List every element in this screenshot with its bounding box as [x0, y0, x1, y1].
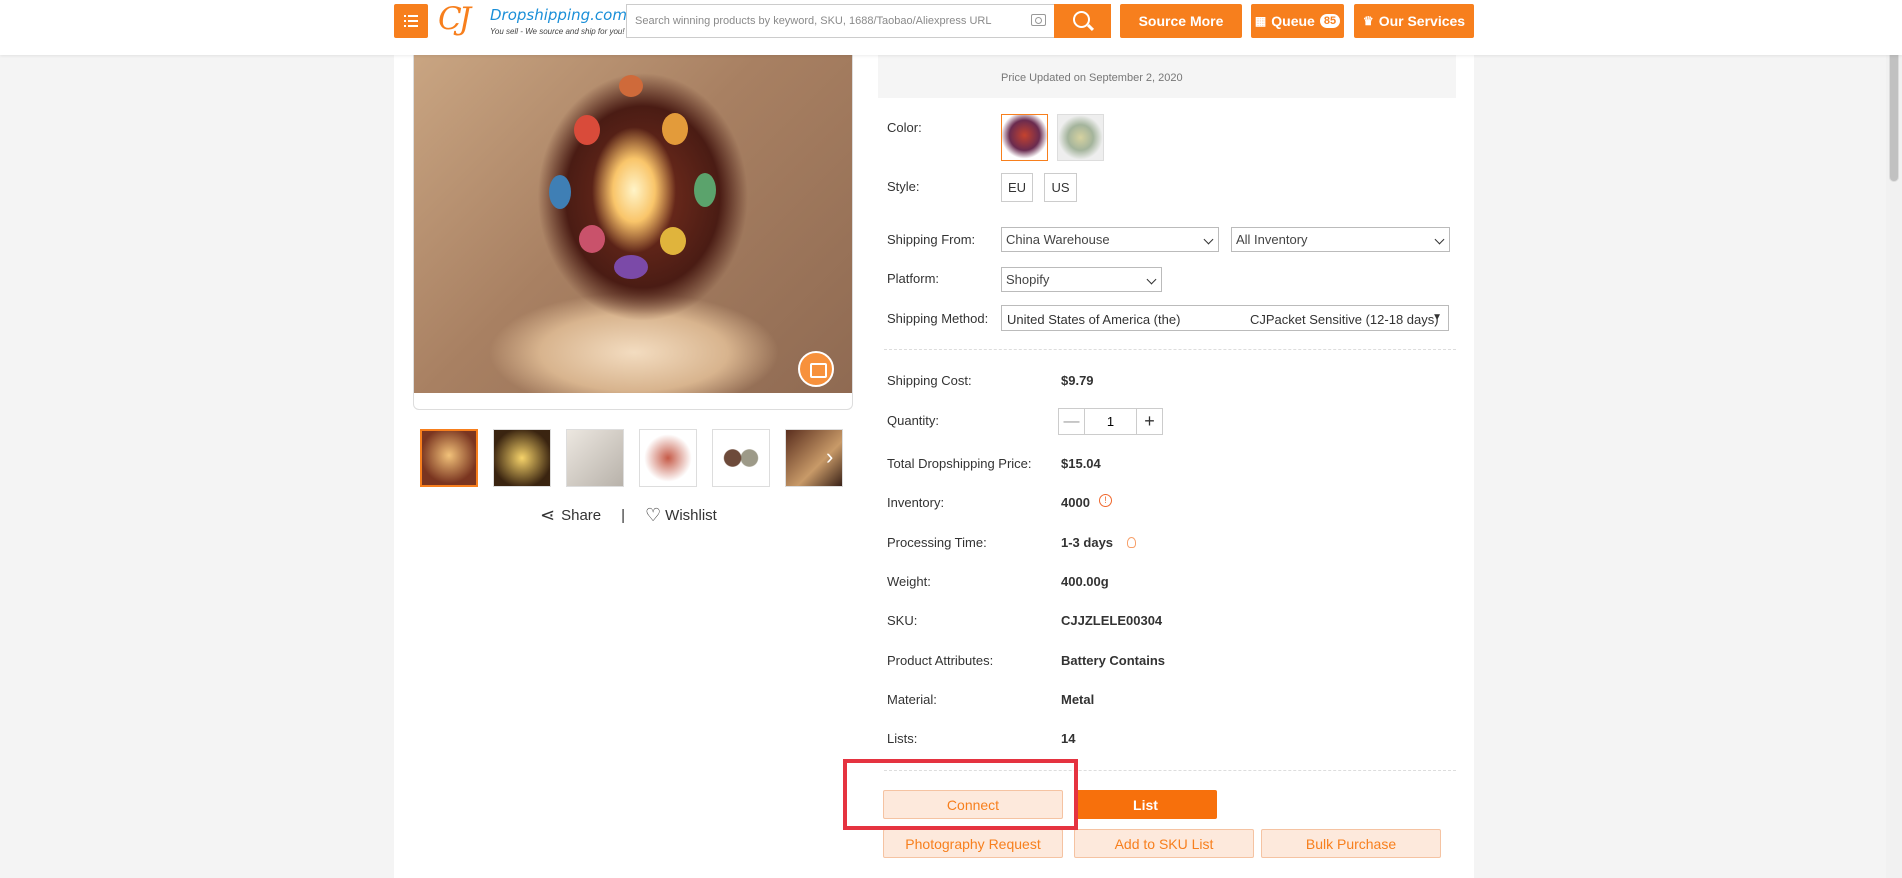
- top-header: CJ Dropshipping.com You sell - We source…: [0, 0, 1902, 55]
- weight-label: Weight:: [887, 574, 931, 589]
- download-image-icon[interactable]: [798, 351, 834, 387]
- share-link[interactable]: Share: [561, 507, 601, 524]
- bulb-icon[interactable]: [1127, 537, 1136, 548]
- thumbnail[interactable]: [712, 429, 770, 487]
- add-to-sku-list-button[interactable]: Add to SKU List: [1074, 829, 1254, 858]
- chevron-down-icon: [1434, 234, 1445, 245]
- color-swatch[interactable]: [1001, 114, 1048, 161]
- shipping-from-select[interactable]: China Warehouse: [1001, 227, 1219, 252]
- photography-request-button[interactable]: Photography Request: [883, 829, 1063, 858]
- page-scrollbar[interactable]: [1886, 0, 1902, 878]
- menu-icon[interactable]: [394, 4, 428, 38]
- shipping-from-label: Shipping From:: [887, 232, 976, 247]
- sku-label: SKU:: [887, 613, 918, 628]
- info-icon[interactable]: !: [1099, 494, 1112, 507]
- shipping-cost-label: Shipping Cost:: [887, 373, 972, 388]
- thumbnail[interactable]: [493, 429, 551, 487]
- lamp-photo: [414, 55, 852, 393]
- heart-icon[interactable]: ♡: [645, 505, 661, 526]
- platform-label: Platform:: [887, 271, 940, 286]
- total-price-label: Total Dropshipping Price:: [887, 456, 1032, 471]
- connect-button[interactable]: Connect: [883, 790, 1063, 819]
- processing-time-value: 1-3 days: [1061, 535, 1114, 550]
- chevron-down-icon: [1146, 274, 1157, 285]
- our-services-button[interactable]: ♛ Our Services: [1354, 4, 1474, 38]
- shipping-method: CJPacket Sensitive (12-18 days): [1250, 312, 1439, 327]
- shipping-cost-value: $9.79: [1061, 373, 1094, 388]
- style-option-eu[interactable]: EU: [1001, 173, 1033, 202]
- total-price-value: $15.04: [1061, 456, 1101, 471]
- divider: [884, 770, 1456, 771]
- search-input[interactable]: [627, 5, 1019, 37]
- quantity-input[interactable]: [1085, 409, 1136, 434]
- cj-logo[interactable]: CJ Dropshipping.com You sell - We source…: [438, 1, 627, 41]
- material-value: Metal: [1061, 692, 1095, 707]
- inventory-value: 4000: [1061, 495, 1090, 510]
- processing-time-label: Processing Time:: [887, 535, 987, 550]
- main-product-image[interactable]: [413, 55, 853, 410]
- logo-mark: CJ: [438, 1, 471, 37]
- caret-down-icon: ▼: [1432, 312, 1442, 323]
- queue-count-badge: 85: [1319, 14, 1341, 28]
- inventory-label: Inventory:: [887, 495, 945, 510]
- lists-label: Lists:: [887, 731, 918, 746]
- quantity-plus-button[interactable]: +: [1136, 409, 1162, 434]
- bulk-purchase-button[interactable]: Bulk Purchase: [1261, 829, 1441, 858]
- weight-value: 400.00g: [1061, 574, 1109, 589]
- source-more-button[interactable]: Source More: [1120, 4, 1242, 38]
- separator: |: [621, 507, 626, 524]
- thumbnail[interactable]: [785, 429, 843, 487]
- style-option-us[interactable]: US: [1044, 173, 1077, 202]
- attributes-value: Battery Contains: [1061, 653, 1166, 668]
- style-label: Style:: [887, 179, 920, 194]
- shipping-country: United States of America (the): [1007, 312, 1181, 327]
- color-label: Color:: [887, 120, 922, 135]
- inventory-filter-select[interactable]: All Inventory: [1231, 227, 1450, 252]
- lists-value: 14: [1061, 731, 1076, 746]
- share-wishlist-row: ⋖ Share | ♡ Wishlist: [540, 505, 717, 526]
- logo-brand: Dropshipping.com: [490, 6, 627, 24]
- shipping-method-select[interactable]: United States of America (the) CJPacket …: [1001, 305, 1449, 331]
- thumbnail[interactable]: [420, 429, 478, 487]
- sku-value: CJJZLELE00304: [1061, 613, 1163, 628]
- quantity-label: Quantity:: [887, 413, 940, 428]
- color-swatch[interactable]: [1057, 114, 1104, 161]
- queue-button[interactable]: ▦ Queue 85: [1251, 4, 1344, 38]
- thumbnail[interactable]: [566, 429, 624, 487]
- divider: [884, 349, 1456, 350]
- share-icon[interactable]: ⋖: [540, 505, 555, 526]
- grid-icon: ▦: [1254, 14, 1267, 28]
- thumbnail-next-icon[interactable]: ›: [826, 444, 833, 470]
- price-updated-text: Price Updated on September 2, 2020: [1001, 72, 1183, 84]
- quantity-stepper: — +: [1058, 408, 1163, 435]
- shipping-method-label: Shipping Method:: [887, 311, 989, 326]
- camera-icon[interactable]: [1031, 14, 1046, 26]
- crown-icon: ♛: [1362, 14, 1374, 28]
- quantity-minus-button[interactable]: —: [1059, 409, 1085, 434]
- chevron-down-icon: [1203, 234, 1214, 245]
- material-label: Material:: [887, 692, 937, 707]
- wishlist-link[interactable]: Wishlist: [665, 507, 717, 524]
- logo-tagline: You sell - We source and ship for you!: [490, 27, 625, 36]
- list-button[interactable]: List: [1074, 790, 1217, 819]
- attributes-label: Product Attributes:: [887, 653, 994, 668]
- platform-select[interactable]: Shopify: [1001, 267, 1162, 292]
- search-box: [626, 4, 1054, 38]
- thumbnail[interactable]: [639, 429, 697, 487]
- search-button[interactable]: [1054, 4, 1111, 38]
